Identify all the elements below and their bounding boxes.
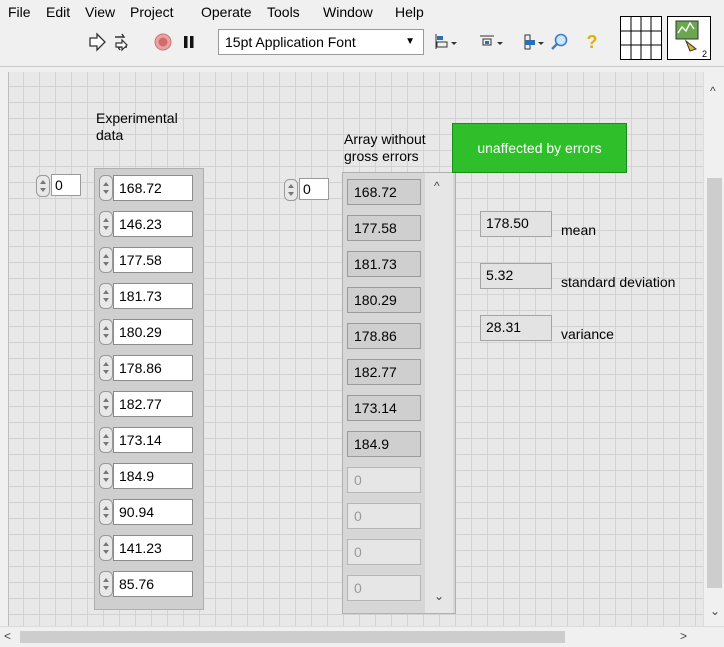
standard-deviation-indicator: 5.32: [480, 263, 552, 289]
array-element[interactable]: 178.86: [95, 351, 205, 385]
array-element[interactable]: 141.23: [95, 531, 205, 565]
array-element[interactable]: 146.23: [95, 207, 205, 241]
run-continuously-icon[interactable]: [110, 30, 132, 54]
search-icon[interactable]: [548, 30, 572, 54]
index-value[interactable]: 0: [51, 174, 81, 196]
array-element-indicator: 180.29: [347, 287, 421, 313]
menu-operate[interactable]: Operate: [201, 4, 252, 20]
array-element-indicator: 181.73: [347, 251, 421, 277]
chevron-down-icon: ▼: [405, 36, 415, 47]
standard-deviation-label: standard deviation: [561, 274, 676, 290]
array-element-indicator: 0: [347, 467, 421, 493]
array-element-indicator: 184.9: [347, 431, 421, 457]
spinner-icon[interactable]: [36, 175, 50, 197]
error-status-indicator: unaffected by errors: [452, 123, 627, 173]
array-element[interactable]: 182.77: [95, 387, 205, 421]
spinner-icon[interactable]: [99, 355, 113, 381]
svg-text:2: 2: [702, 49, 707, 59]
spinner-icon[interactable]: [99, 427, 113, 453]
spinner-icon[interactable]: [99, 499, 113, 525]
connector-pane-icon[interactable]: [620, 16, 662, 60]
array-element-indicator: 178.86: [347, 323, 421, 349]
array-element[interactable]: 181.73: [95, 279, 205, 313]
spinner-icon[interactable]: [99, 175, 113, 201]
array-element[interactable]: 85.76: [95, 567, 205, 601]
pause-icon[interactable]: [178, 30, 200, 54]
variance-label: variance: [561, 326, 614, 342]
vi-icon[interactable]: 2: [667, 16, 711, 60]
array-element-value[interactable]: 173.14: [113, 427, 193, 453]
array-element[interactable]: 90.94: [95, 495, 205, 529]
array-element-indicator: 173.14: [347, 395, 421, 421]
context-help-icon[interactable]: ?: [582, 30, 602, 54]
chevron-left-icon[interactable]: <: [4, 629, 11, 643]
array-element-value[interactable]: 146.23: [113, 211, 193, 237]
menu-tools[interactable]: Tools: [267, 4, 300, 20]
font-dropdown-value: 15pt Application Font: [225, 34, 356, 50]
array-element-value[interactable]: 177.58: [113, 247, 193, 273]
array-element-indicator: 0: [347, 575, 421, 601]
vertical-scrollbar[interactable]: ^ ⌄: [703, 72, 724, 626]
array-element[interactable]: 184.9: [95, 459, 205, 493]
clean-data-array: ^ ⌄ 168.72 177.58 181.73 180.29 178.86 182.77…: [342, 172, 456, 614]
spinner-icon[interactable]: [99, 571, 113, 597]
array-element-value[interactable]: 141.23: [113, 535, 193, 561]
array-element[interactable]: 180.29: [95, 315, 205, 349]
abort-stop-icon[interactable]: [152, 30, 174, 54]
chevron-up-icon[interactable]: ^: [434, 179, 440, 193]
spinner-icon[interactable]: [99, 211, 113, 237]
array-element[interactable]: 168.72: [95, 171, 205, 205]
spinner-icon[interactable]: [99, 391, 113, 417]
experimental-data-label: Experimental data: [96, 110, 178, 143]
mean-indicator: 178.50: [480, 211, 552, 237]
spinner-icon[interactable]: [99, 283, 113, 309]
chevron-right-icon[interactable]: >: [680, 629, 687, 643]
distribute-objects-icon[interactable]: [476, 30, 506, 54]
chevron-down-icon[interactable]: ⌄: [434, 589, 444, 603]
array-element-value[interactable]: 168.72: [113, 175, 193, 201]
horizontal-scroll-thumb[interactable]: [20, 631, 565, 643]
menu-window[interactable]: Window: [323, 4, 373, 20]
menu-bar: File Edit View Project Operate Tools Win…: [0, 0, 724, 24]
index-value[interactable]: 0: [299, 178, 329, 200]
menu-file[interactable]: File: [8, 4, 31, 20]
experimental-data-array: 168.72 146.23 177.58 181.73 180.29 178.86 182.…: [94, 168, 204, 610]
spinner-icon[interactable]: [99, 319, 113, 345]
vertical-scroll-thumb[interactable]: [707, 178, 722, 588]
spinner-icon[interactable]: [99, 535, 113, 561]
array-element-indicator: 177.58: [347, 215, 421, 241]
font-dropdown[interactable]: 15pt Application Font ▼: [218, 29, 424, 55]
array-element[interactable]: 173.14: [95, 423, 205, 457]
array-element-indicator: 168.72: [347, 179, 421, 205]
mean-label: mean: [561, 222, 597, 238]
spinner-icon[interactable]: [99, 463, 113, 489]
array-element-value[interactable]: 182.77: [113, 391, 193, 417]
chevron-up-icon[interactable]: ^: [710, 84, 716, 98]
array-element-indicator: 0: [347, 503, 421, 529]
menu-edit[interactable]: Edit: [46, 4, 70, 20]
array-element-indicator: 0: [347, 539, 421, 565]
toolbar: 15pt Application Font ▼ ?: [0, 24, 724, 67]
variance-indicator: 28.31: [480, 315, 552, 341]
array-element-value[interactable]: 90.94: [113, 499, 193, 525]
align-objects-icon[interactable]: [432, 30, 460, 54]
menu-project[interactable]: Project: [130, 4, 174, 20]
horizontal-scrollbar[interactable]: < >: [0, 626, 724, 647]
array-without-gross-errors-label: Array without gross errors: [344, 131, 426, 164]
menu-help[interactable]: Help: [395, 4, 424, 20]
spinner-icon[interactable]: [284, 179, 298, 201]
array-element-value[interactable]: 180.29: [113, 319, 193, 345]
run-arrow-icon[interactable]: [86, 30, 108, 54]
array-scrollbar[interactable]: ^ ⌄: [425, 173, 453, 613]
array-element-value[interactable]: 178.86: [113, 355, 193, 381]
menu-view[interactable]: View: [85, 4, 115, 20]
spinner-icon[interactable]: [99, 247, 113, 273]
chevron-down-icon[interactable]: ⌄: [710, 604, 720, 618]
array-element-value[interactable]: 85.76: [113, 571, 193, 597]
array-element[interactable]: 177.58: [95, 243, 205, 277]
array-element-value[interactable]: 181.73: [113, 283, 193, 309]
array-element-indicator: 182.77: [347, 359, 421, 385]
array-element-value[interactable]: 184.9: [113, 463, 193, 489]
resize-objects-icon[interactable]: [520, 30, 548, 54]
